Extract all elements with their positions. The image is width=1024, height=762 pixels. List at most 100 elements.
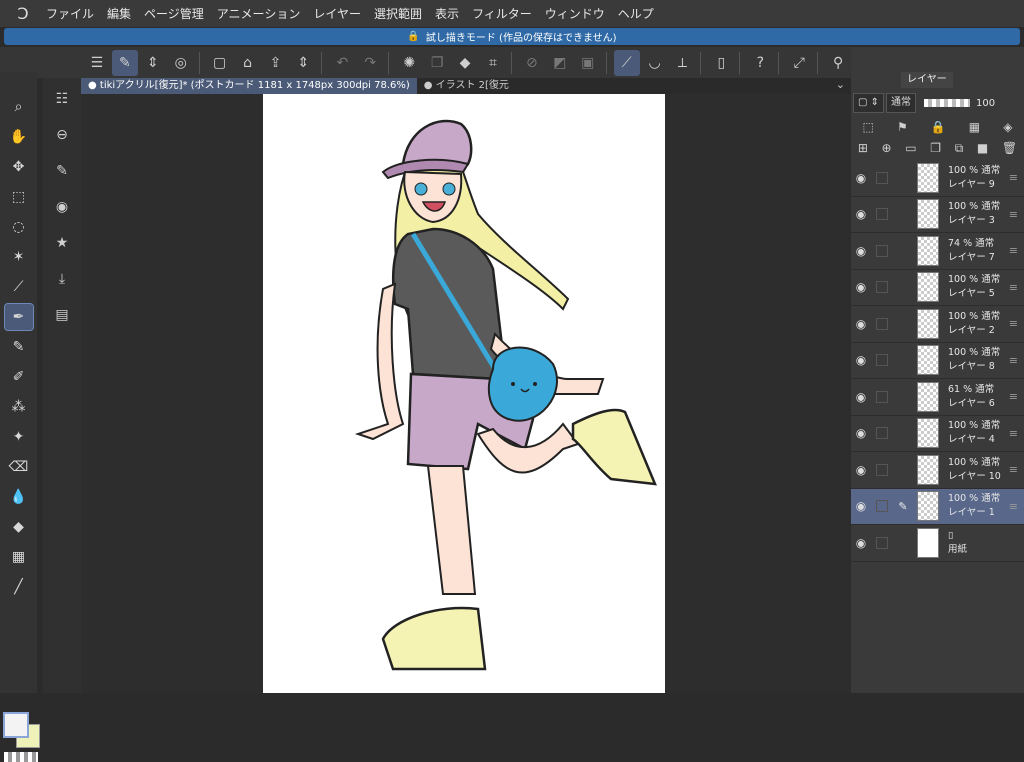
eye-icon[interactable]: ◉ [851,536,871,550]
new-folder-icon[interactable]: ▭ [905,141,916,155]
gradient-icon[interactable]: ▦ [5,544,33,570]
paper-layer-row[interactable]: ◉ ▯ 用紙 [851,525,1024,562]
menu-help[interactable]: ヘルプ [618,5,654,22]
layer-type-select[interactable]: ▢ ⇕ [853,93,885,113]
ref-icon[interactable]: ⚑ [897,120,908,134]
layer-row[interactable]: ◉ 100 % 通常 レイヤー 4 ≡ [851,416,1024,452]
color-wheel-icon[interactable]: ◉ [49,194,75,220]
app-logo-icon[interactable]: ꓛ [14,4,32,23]
copy-icon[interactable]: ❐ [424,50,450,76]
invert-selection-icon[interactable]: ◩ [547,50,573,76]
layer-checkbox[interactable] [876,500,888,513]
help-icon[interactable]: ? [747,50,773,76]
layer-checkbox[interactable] [876,463,888,476]
open-folder-icon[interactable]: ⌂ [235,50,261,76]
mask-add-icon[interactable]: ■ [977,141,988,155]
layer-checkbox[interactable] [876,536,888,549]
menu-filter[interactable]: フィルター [472,5,532,22]
eye-icon[interactable]: ◉ [851,390,871,404]
layer-checkbox[interactable] [876,427,888,440]
layer-row[interactable]: ◉ 100 % 通常 レイヤー 3 ≡ [851,197,1024,233]
layer-checkbox[interactable] [876,317,888,330]
grid-snap-icon[interactable]: ⟂ [670,50,696,76]
chevron-down-icon[interactable]: ⌄ [836,78,845,91]
drag-handle-icon[interactable]: ≡ [1009,171,1018,184]
fill-tool-icon[interactable]: ◆ [5,514,33,540]
eye-icon[interactable]: ◉ [851,317,871,331]
fill-icon[interactable]: ◆ [452,50,478,76]
gallery-icon[interactable]: ▤ [49,302,75,328]
layer-row[interactable]: ◉ 74 % 通常 レイヤー 7 ≡ [851,233,1024,270]
eye-icon[interactable]: ◉ [851,426,871,440]
layer-row[interactable]: ◉ 100 % 通常 レイヤー 10 ≡ [851,452,1024,489]
tab-document-1[interactable]: ● tikiアクリル[復元]* (ポストカード 1181 x 1748px 30… [81,78,417,94]
menu-selection[interactable]: 選択範囲 [374,5,422,22]
hand-icon[interactable]: ✋ [5,124,33,150]
menu-icon[interactable]: ☰ [84,50,110,76]
link-icon[interactable]: ⊖ [49,122,75,148]
layer-checkbox[interactable] [876,208,888,221]
tool-property-icon[interactable]: ✎ [111,49,138,76]
pen-icon[interactable]: ✒ [3,303,34,331]
drag-handle-icon[interactable]: ≡ [1009,463,1018,476]
eye-icon[interactable]: ◉ [851,463,871,477]
menu-animation[interactable]: アニメーション [217,5,301,22]
expand-icon[interactable]: ⤢ [786,50,812,76]
line-icon[interactable]: ╱ [5,574,33,600]
layer-checkbox[interactable] [876,354,888,367]
materials-icon[interactable]: ★ [49,230,75,256]
save-icon[interactable]: ⇪ [263,50,289,76]
eyedropper-icon[interactable]: ⟋ [5,274,33,300]
layer-row[interactable]: ◉ 61 % 通常 レイヤー 6 ≡ [851,379,1024,416]
eye-icon[interactable]: ◉ [851,207,871,221]
undo-icon[interactable]: ↶ [329,50,355,76]
blend-mode-select[interactable]: 通常 [886,93,917,113]
drag-handle-icon[interactable]: ≡ [1009,317,1018,330]
transparent-color-swatch[interactable] [4,752,38,762]
drag-handle-icon[interactable]: ≡ [1009,281,1018,294]
new-file-icon[interactable]: ▢ [207,50,233,76]
lock-layer-icon[interactable]: 🔒 [931,120,946,134]
brush-settings-icon[interactable]: ✎ [49,158,75,184]
chevron-updown-icon[interactable]: ⇕ [140,50,166,76]
layer-checkbox[interactable] [876,281,888,294]
device-icon[interactable]: ▯ [708,50,734,76]
copy-layer-icon[interactable]: ❐ [930,141,941,155]
clip-icon[interactable]: ⬚ [863,120,874,134]
layer-row[interactable]: ◉ 100 % 通常 レイヤー 5 ≡ [851,270,1024,306]
loading-icon[interactable]: ✺ [396,50,422,76]
magic-wand-icon[interactable]: ✶ [5,244,33,270]
eye-icon[interactable]: ◉ [851,499,871,513]
tab-document-2[interactable]: ● イラスト 2[復元 [417,78,516,94]
drawing-canvas[interactable] [263,94,665,693]
new-layer-icon[interactable]: ⊞ [858,141,868,155]
menu-page[interactable]: ページ管理 [144,5,204,22]
blend-icon[interactable]: 💧 [5,484,33,510]
brush-icon[interactable]: ✐ [5,364,33,390]
layer-row[interactable]: ◉ 100 % 通常 レイヤー 8 ≡ [851,343,1024,379]
layer-checkbox[interactable] [876,244,888,257]
menu-edit[interactable]: 編集 [107,5,131,22]
layer-row[interactable]: ◉ 100 % 通常 レイヤー 2 ≡ [851,306,1024,343]
layer-checkbox[interactable] [876,390,888,403]
new-vector-layer-icon[interactable]: ⊕ [882,141,892,155]
layer-checkbox[interactable] [876,171,888,184]
mouse-search-icon[interactable]: ⚲ [825,50,851,76]
decoration-icon[interactable]: ✦ [5,424,33,450]
mask-icon[interactable]: ◈ [1003,120,1012,134]
selection-border-icon[interactable]: ▣ [575,50,601,76]
airbrush-icon[interactable]: ⁂ [5,394,33,420]
menu-window[interactable]: ウィンドウ [545,5,605,22]
layer-row-selected[interactable]: ◉ ✎ 100 % 通常 レイヤー 1 ≡ [851,488,1024,525]
drag-handle-icon[interactable]: ≡ [1009,354,1018,367]
deselect-icon[interactable]: ⊘ [519,50,545,76]
object-select-icon[interactable]: ⬚ [5,184,33,210]
trash-icon[interactable]: 🗑 [1002,141,1017,155]
lock-alpha-icon[interactable]: ▦ [969,120,980,134]
lasso-icon[interactable]: ◌ [5,214,33,240]
ruler-snap-icon[interactable]: ⟋ [613,49,640,76]
drag-handle-icon[interactable]: ≡ [1009,427,1018,440]
canvas-area[interactable] [81,94,851,693]
sliders-icon[interactable]: ☷ [49,86,75,112]
move-icon[interactable]: ✥ [5,154,33,180]
